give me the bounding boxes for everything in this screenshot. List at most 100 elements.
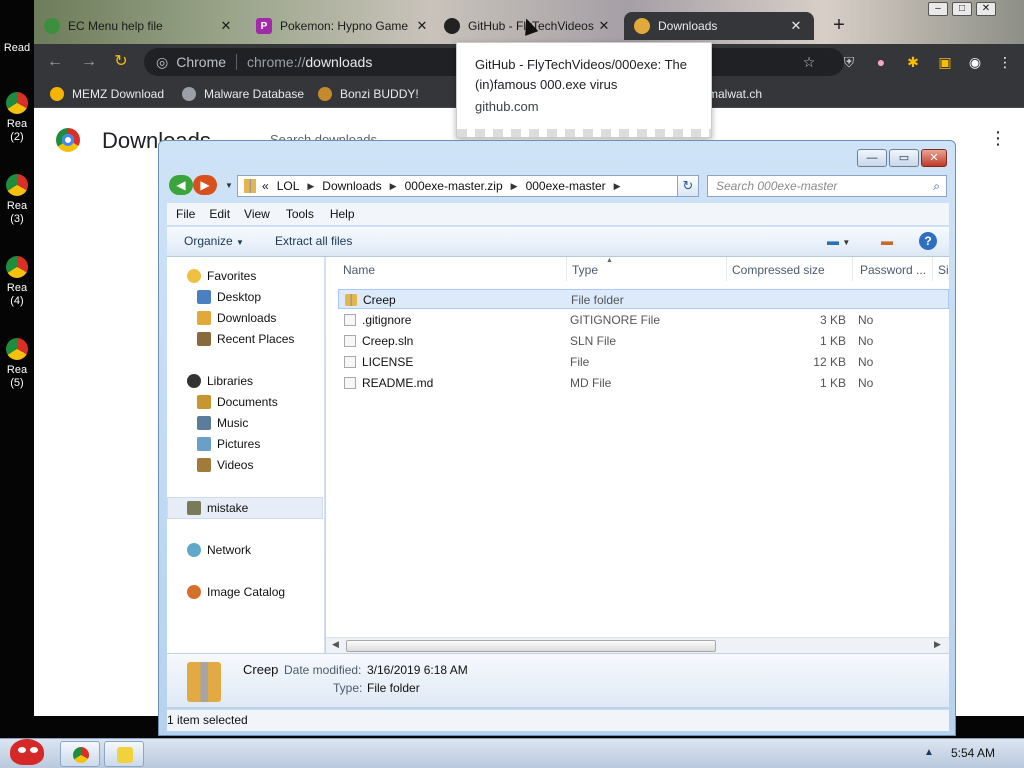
tab-pokemon[interactable]: P Pokemon: Hypno Game ✕ [246,12,440,40]
nav-desktop[interactable]: Desktop [197,288,261,306]
column-header-size[interactable]: Si [938,263,949,277]
scroll-thumb[interactable] [346,640,716,652]
nav-mistake[interactable]: mistake [187,499,248,517]
breadcrumb[interactable]: « LOL ▶ Downloads ▶ 000exe-master.zip ▶ 000… [237,175,697,197]
details-name: Creep [243,662,279,677]
close-icon[interactable]: ✕ [414,18,430,34]
close-icon[interactable]: ✕ [788,18,804,34]
nav-videos[interactable]: Videos [197,456,253,474]
column-divider[interactable] [566,257,567,281]
table-row[interactable]: .gitignore GITIGNORE File 3 KB No [338,310,949,330]
profile-avatar-icon[interactable]: ◉ [966,53,984,71]
nav-recent-places[interactable]: Recent Places [197,330,294,348]
desktop-icon-rea-2[interactable]: Rea (2) [0,92,34,144]
reload-icon[interactable]: ↻ [110,51,132,73]
tab-downloads[interactable]: Downloads ✕ [624,12,814,40]
start-button[interactable] [4,735,48,768]
maximize-button[interactable]: □ [952,2,972,16]
nav-favorites[interactable]: Favorites [187,267,256,285]
menu-edit[interactable]: Edit [209,207,230,221]
column-header-password[interactable]: Password ... [860,263,926,277]
show-hidden-icons-icon[interactable]: ▲ [924,747,934,758]
nav-music[interactable]: Music [197,414,248,432]
taskbar-explorer-button[interactable] [104,741,144,767]
bookmark-memz[interactable]: MEMZ Download [50,85,164,103]
horizontal-scrollbar[interactable]: ◀ ▶ [326,637,949,653]
forward-arrow-icon[interactable]: ▶ [193,175,217,195]
nav-documents[interactable]: Documents [197,393,278,411]
breadcrumb-downloads[interactable]: Downloads ▶ [322,179,404,193]
close-icon[interactable]: ✕ [218,18,234,34]
column-header-compressed-size[interactable]: Compressed size [732,263,825,277]
close-button[interactable]: ✕ [921,149,947,167]
file-type: MD File [570,376,612,390]
nav-image-catalog[interactable]: Image Catalog [187,583,285,601]
search-icon: ⌕ [933,179,940,193]
explorer-folder-icon [117,747,133,763]
chevron-right-icon: ▶ [389,180,397,191]
bookmark-bonzi[interactable]: Bonzi BUDDY! [318,85,419,103]
menu-file[interactable]: File [176,207,195,221]
column-header-type[interactable]: Type [572,263,598,277]
breadcrumb-overflow[interactable]: « [262,179,269,193]
table-row[interactable]: README.md MD File 1 KB No [338,373,949,393]
extension-flag-icon[interactable]: ● [872,53,890,71]
close-icon[interactable]: ✕ [596,18,612,34]
chrome-menu-icon[interactable]: ⋮ [996,53,1014,71]
table-row[interactable]: LICENSE File 12 KB No [338,352,949,372]
bird-eye [30,747,38,753]
back-arrow-icon[interactable]: ← [44,51,66,73]
breadcrumb-lol[interactable]: LOL ▶ [277,179,323,193]
desktop-icon-read[interactable]: Read [0,42,34,55]
nav-network[interactable]: Network [187,541,251,559]
column-divider[interactable] [726,257,727,281]
menu-view[interactable]: View [244,207,270,221]
chrome-shortcut-icon [6,92,28,114]
refresh-button[interactable]: ↻ [677,175,699,197]
desktop-icon [197,290,211,304]
side-panel-icon[interactable]: ▣ [936,53,954,71]
forward-arrow-icon[interactable]: → [78,51,100,73]
scroll-left-icon[interactable]: ◀ [332,639,339,650]
search-input[interactable]: Search 000exe-master ⌕ [707,175,947,197]
menu-help[interactable]: Help [330,207,355,221]
minimize-button[interactable]: – [928,2,948,16]
tab-ec-menu[interactable]: EC Menu help file ✕ [34,12,244,40]
close-button[interactable]: ✕ [976,2,996,16]
taskbar-clock[interactable]: 5:54 AM [951,746,995,760]
extensions-puzzle-icon[interactable]: ✱ [904,53,922,71]
maximize-button[interactable]: ▭ [889,149,919,167]
taskbar-chrome-button[interactable] [60,741,100,767]
desktop-icon-rea-4[interactable]: Rea (4) [0,256,34,308]
site-info-icon[interactable]: ◎ [156,54,168,71]
new-tab-button[interactable]: + [827,14,851,38]
window-controls: — ▭ ✕ [857,149,947,167]
view-options-icon[interactable]: ▬ ▼ [827,234,850,248]
nav-pictures[interactable]: Pictures [197,435,260,453]
more-options-icon[interactable]: ⋮ [989,128,1007,149]
scroll-right-icon[interactable]: ▶ [934,639,941,650]
ublock-icon[interactable]: ⛨ [840,53,858,71]
preview-pane-icon[interactable]: ▬ [881,234,893,248]
breadcrumb-zip[interactable]: 000exe-master.zip ▶ [405,179,526,193]
extract-all-button[interactable]: Extract all files [275,234,352,248]
recent-pages-dropdown-icon[interactable]: ▼ [225,181,233,190]
bookmark-star-icon[interactable]: ☆ [800,53,818,71]
table-row[interactable]: Creep.sln SLN File 1 KB No [338,331,949,351]
column-header-name[interactable]: Name [343,263,375,277]
organize-button[interactable]: Organize ▼ [184,234,244,248]
back-arrow-icon[interactable]: ◀ [169,175,193,195]
desktop-icon-rea-5[interactable]: Rea (5) [0,338,34,390]
nav-downloads[interactable]: Downloads [197,309,276,327]
desktop-icon-rea-3[interactable]: Rea (3) [0,174,34,226]
file-type: File folder [571,293,624,307]
table-row[interactable]: Creep File folder [338,289,949,309]
bookmark-malware-database[interactable]: Malware Database [182,85,304,103]
column-divider[interactable] [932,257,933,281]
breadcrumb-000exe-master[interactable]: 000exe-master ▶ [526,179,629,193]
help-icon[interactable]: ? [919,232,937,250]
minimize-button[interactable]: — [857,149,887,167]
column-divider[interactable] [852,257,853,281]
menu-tools[interactable]: Tools [286,207,314,221]
nav-libraries[interactable]: Libraries [187,372,253,390]
